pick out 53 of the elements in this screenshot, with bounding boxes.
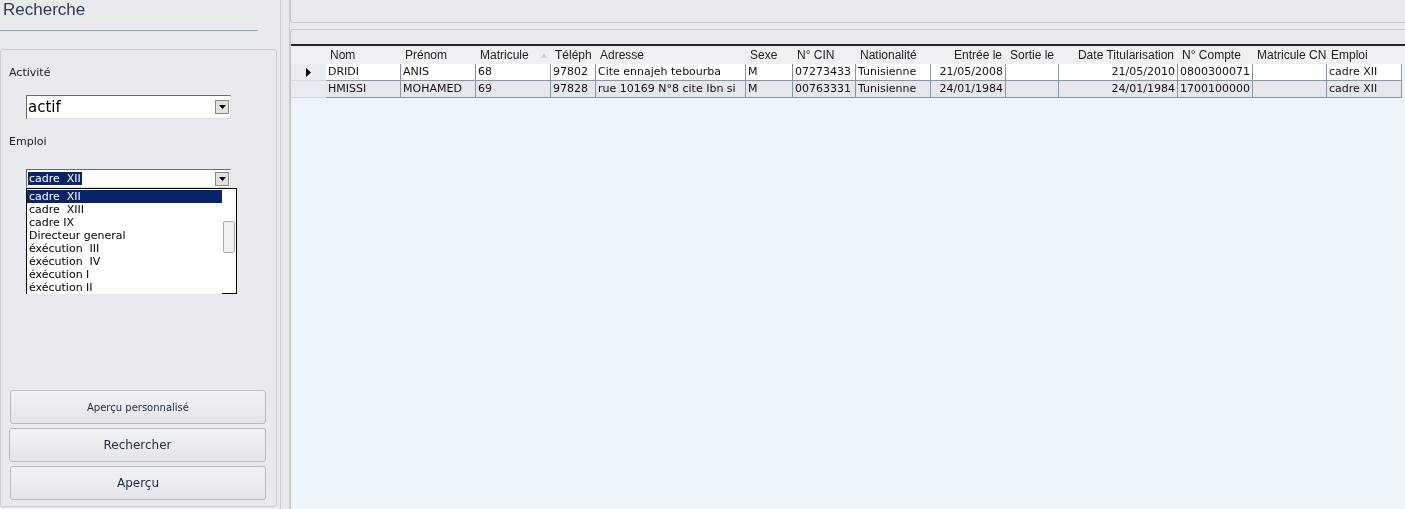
table-cell: Tunisienne: [856, 64, 931, 81]
table-cell: ANIS: [401, 64, 476, 81]
column-header[interactable]: Sexe: [746, 46, 793, 64]
list-option[interactable]: cadre XII: [27, 190, 222, 203]
preview-custom-button[interactable]: Aperçu personnalisé: [10, 390, 266, 424]
table-cell: HMISSI: [326, 81, 401, 98]
row-header[interactable]: [291, 64, 326, 81]
table-cell: M: [746, 64, 793, 81]
table-cell: 24/01/1984: [931, 81, 1006, 98]
sort-icon: [541, 53, 547, 58]
column-header[interactable]: N° Compte: [1178, 46, 1253, 64]
table-cell: 1700100000: [1178, 81, 1253, 98]
action-button[interactable]: Aperçu: [10, 466, 266, 500]
table-cell: 0800300071: [1178, 64, 1253, 81]
table-cell: 07273433: [793, 64, 856, 81]
column-header[interactable]: Matricule CN: [1253, 46, 1327, 64]
column-header[interactable]: N° CIN: [793, 46, 856, 64]
table-cell: 97828: [551, 81, 596, 98]
column-header[interactable]: Emploi: [1327, 46, 1402, 64]
table-cell: 24/01/1984: [1059, 81, 1178, 98]
field-label: Activité: [9, 66, 51, 79]
action-button[interactable]: Rechercher: [9, 428, 266, 462]
table-cell: cadre XII: [1327, 81, 1402, 98]
table-cell: 97802: [551, 64, 596, 81]
activity-dropdown[interactable]: actif: [26, 95, 231, 119]
table-cell: [1006, 81, 1059, 98]
job-dropdown[interactable]: cadre XII: [26, 169, 231, 188]
table-cell: 21/05/2008: [931, 64, 1006, 81]
list-option[interactable]: éxécution II: [27, 281, 222, 294]
column-header[interactable]: Nom: [326, 46, 401, 64]
column-header[interactable]: Entrée le: [931, 46, 1006, 64]
column-header[interactable]: Téléph: [551, 46, 596, 64]
table-cell: 21/05/2010: [1059, 64, 1178, 81]
column-header[interactable]: Date Titularisation: [1059, 46, 1178, 64]
table-cell: Cite ennajeh tebourba: [596, 64, 746, 81]
column-header[interactable]: Adresse: [596, 46, 746, 64]
table-cell: rue 10169 N°8 cite Ibn si: [596, 81, 746, 98]
row-pointer-icon: [306, 67, 311, 77]
table-cell: 00763331: [793, 81, 856, 98]
table-cell: MOHAMED: [401, 81, 476, 98]
table-cell: Tunisienne: [856, 81, 931, 98]
table-cell: [1006, 64, 1059, 81]
column-header[interactable]: Nationalité: [856, 46, 931, 64]
table-cell: M: [746, 81, 793, 98]
column-header[interactable]: Sortie le: [1006, 46, 1059, 64]
table-cell: 69: [476, 81, 551, 98]
column-header[interactable]: Matricule: [476, 46, 551, 64]
table-cell: DRIDI: [326, 64, 401, 81]
panel-title: Recherche: [0, 0, 258, 31]
field-label: Emploi: [9, 135, 47, 148]
column-header[interactable]: Prénom: [401, 46, 476, 64]
table-cell: 68: [476, 64, 551, 81]
table-cell: cadre XII: [1327, 64, 1402, 81]
